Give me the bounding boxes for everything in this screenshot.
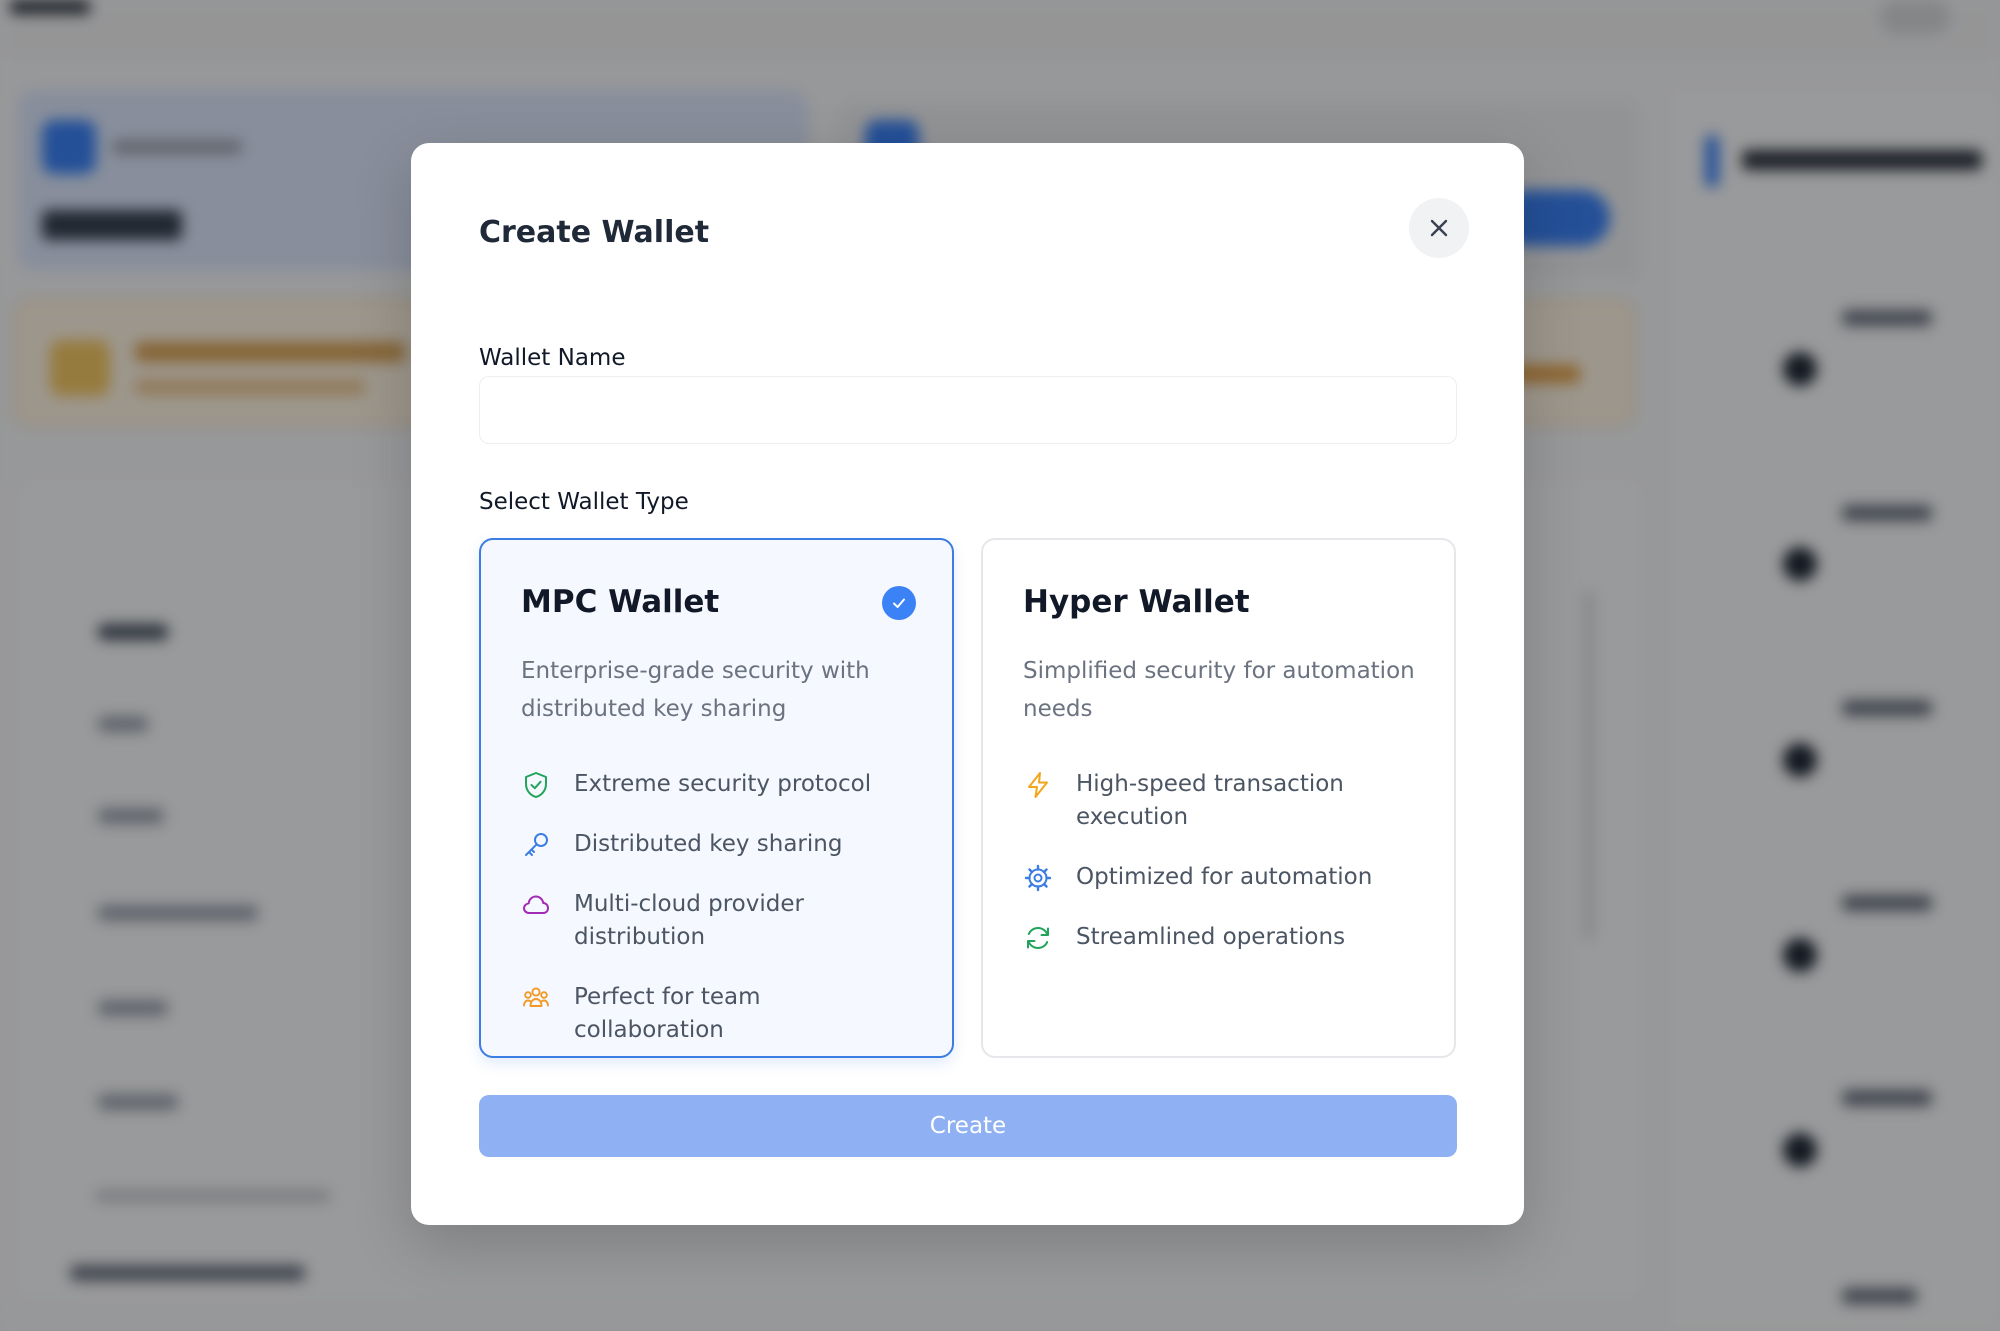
users-icon <box>523 987 549 1007</box>
feature-label: Optimized for automation <box>1076 864 1373 890</box>
shield-check-icon <box>525 772 547 798</box>
refresh-icon <box>1027 926 1049 950</box>
feature-item: Extreme security protocol <box>521 768 914 801</box>
modal-title: Create Wallet <box>479 215 710 250</box>
feature-label: Perfect for team collaboration <box>574 984 761 1043</box>
mpc-wallet-title: MPC Wallet <box>521 584 720 620</box>
selected-check-icon <box>882 586 916 620</box>
feature-label: Extreme security protocol <box>574 771 872 797</box>
hyper-wallet-title: Hyper Wallet <box>1023 584 1250 620</box>
wallet-name-label: Wallet Name <box>479 345 626 371</box>
feature-item: Optimized for automation <box>1023 861 1416 894</box>
lightning-icon <box>1028 772 1048 798</box>
wallet-type-label: Select Wallet Type <box>479 489 689 515</box>
mpc-wallet-description: Enterprise-grade security with distribut… <box>521 658 870 722</box>
hyper-wallet-description: Simplified security for automation needs <box>1023 658 1415 722</box>
feature-label: Streamlined operations <box>1076 924 1346 950</box>
feature-label: Multi-cloud provider distribution <box>574 891 804 950</box>
feature-label: Distributed key sharing <box>574 831 843 857</box>
feature-label: High-speed transaction execution <box>1076 771 1344 830</box>
mpc-wallet-option[interactable]: MPC Wallet Enterprise-grade security wit… <box>479 538 954 1058</box>
key-icon <box>525 833 548 856</box>
hyper-wallet-option[interactable]: Hyper Wallet Simplified security for aut… <box>981 538 1456 1058</box>
close-button[interactable] <box>1409 198 1469 258</box>
create-wallet-modal: Create Wallet Wallet Name Select Wallet … <box>411 143 1524 1225</box>
wallet-name-input[interactable] <box>479 376 1457 444</box>
feature-item: High-speed transaction execution <box>1023 768 1416 834</box>
feature-item: Multi-cloud provider distribution <box>521 888 914 954</box>
feature-item: Distributed key sharing <box>521 828 914 861</box>
feature-item: Perfect for team collaboration <box>521 981 914 1047</box>
cloud-icon <box>523 895 549 914</box>
gear-icon <box>1024 864 1052 892</box>
close-icon <box>1430 219 1448 237</box>
create-button[interactable]: Create <box>479 1095 1457 1157</box>
feature-item: Streamlined operations <box>1023 921 1416 954</box>
